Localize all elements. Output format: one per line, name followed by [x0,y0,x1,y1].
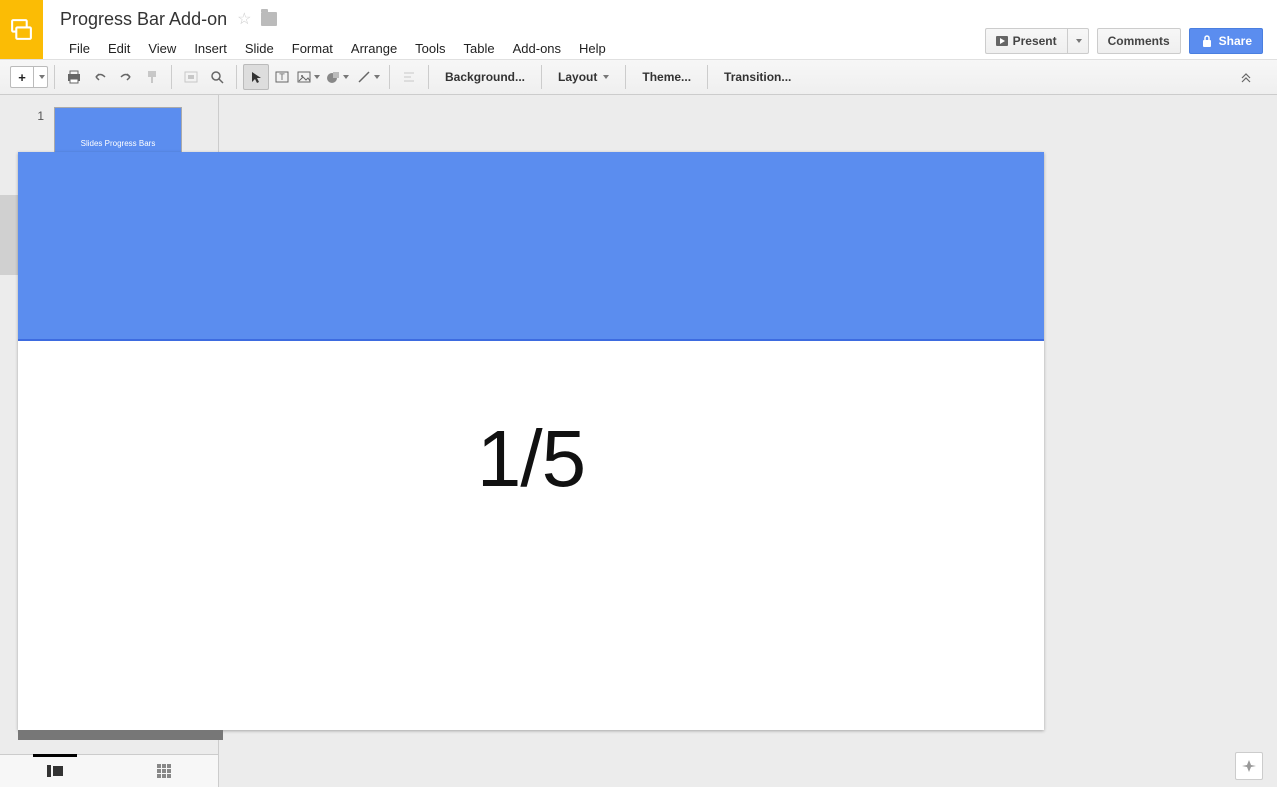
new-slide-button[interactable]: + [10,66,34,88]
menu-file[interactable]: File [60,37,99,60]
layout-button[interactable]: Layout [548,66,619,88]
slide-header-band [18,152,1044,341]
menu-tools[interactable]: Tools [406,37,454,60]
textbox-icon[interactable]: T [269,64,295,90]
line-icon[interactable] [353,64,383,90]
menu-insert[interactable]: Insert [185,37,236,60]
current-slide[interactable]: 1/5 [18,152,1044,730]
view-switcher [0,754,219,787]
explore-button[interactable] [1235,752,1263,780]
undo-icon[interactable] [87,64,113,90]
menu-edit[interactable]: Edit [99,37,139,60]
zoom-fit-icon[interactable] [178,64,204,90]
menu-view[interactable]: View [139,37,185,60]
present-dropdown[interactable] [1067,28,1089,54]
comments-label: Comments [1108,34,1170,48]
align-icon[interactable] [396,64,422,90]
slide-body-text: 1/5 [18,413,1044,505]
print-icon[interactable] [61,64,87,90]
document-title[interactable]: Progress Bar Add-on [60,9,227,30]
grid-view-button[interactable] [110,755,220,787]
menu-help[interactable]: Help [570,37,615,60]
zoom-icon[interactable] [204,64,230,90]
paint-format-icon[interactable] [139,64,165,90]
menu-table[interactable]: Table [455,37,504,60]
image-icon[interactable] [295,64,321,90]
menu-slide[interactable]: Slide [236,37,283,60]
present-label: Present [1013,34,1057,48]
shape-icon[interactable] [321,64,353,90]
svg-text:T: T [279,72,285,82]
theme-button[interactable]: Theme... [632,66,701,88]
menu-addons[interactable]: Add-ons [504,37,570,60]
share-label: Share [1219,34,1252,48]
slide-canvas[interactable]: 1/5 [219,95,1277,787]
menu-format[interactable]: Format [283,37,342,60]
folder-icon[interactable] [261,12,277,26]
redo-icon[interactable] [113,64,139,90]
select-icon[interactable] [243,64,269,90]
present-button[interactable]: Present [985,28,1067,54]
collapse-toolbar-icon[interactable] [1233,64,1259,90]
comments-button[interactable]: Comments [1097,28,1181,54]
toolbar: + T Background... Layout Theme... Transi… [0,59,1277,95]
menu-arrange[interactable]: Arrange [342,37,406,60]
play-icon [996,36,1008,46]
background-button[interactable]: Background... [435,66,535,88]
filmstrip-view-button[interactable] [0,755,110,787]
slides-app-icon[interactable] [0,0,43,59]
new-slide-dropdown[interactable] [34,66,48,88]
lock-icon [1200,35,1214,47]
star-icon[interactable]: ☆ [237,9,251,29]
share-button[interactable]: Share [1189,28,1263,54]
menu-bar: File Edit View Insert Slide Format Arran… [60,37,985,60]
transition-button[interactable]: Transition... [714,66,801,88]
slide-progress-bar [18,730,223,740]
